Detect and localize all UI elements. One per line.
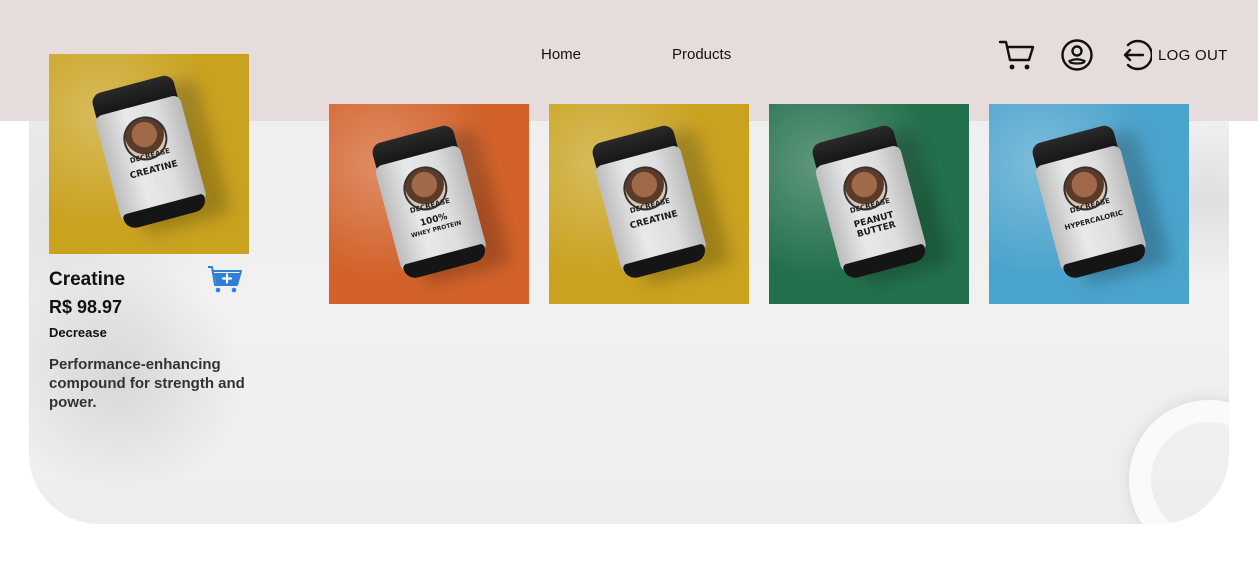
product-brand: Decrease <box>49 325 107 340</box>
product-card-peanut-butter[interactable]: DECREASE PEANUT BUTTER <box>769 104 969 304</box>
product-card-whey-protein[interactable]: DECREASE 100% WHEY PROTEIN <box>329 104 529 304</box>
product-card-hypercaloric[interactable]: DECREASE HYPERCALORIC <box>989 104 1189 304</box>
product-jar: DECREASE CREATINE <box>88 73 232 236</box>
product-jar: DECREASE PEANUT BUTTER <box>808 123 952 286</box>
product-description: Performance-enhancing compound for stren… <box>49 356 245 411</box>
add-to-cart-icon <box>208 266 242 293</box>
product-title: Creatine <box>49 269 126 290</box>
add-to-cart-button[interactable] <box>207 265 243 295</box>
product-jar: DECREASE CREATINE <box>588 123 732 286</box>
product-card-creatine[interactable]: DECREASE CREATINE <box>549 104 749 304</box>
cart-icon <box>998 40 1035 70</box>
user-circle-icon <box>1061 39 1093 71</box>
nav-home-link[interactable]: Home <box>541 46 581 63</box>
logout-button[interactable]: LOG OUT <box>1120 38 1228 72</box>
profile-button[interactable] <box>1060 38 1094 72</box>
product-price: R$ 98.97 <box>49 297 123 317</box>
decorative-ring <box>1129 400 1229 524</box>
nav-products-link[interactable]: Products <box>672 46 731 63</box>
logout-icon <box>1123 39 1152 71</box>
cart-button[interactable] <box>998 38 1036 72</box>
product-jar: DECREASE 100% WHEY PROTEIN <box>368 123 512 286</box>
logout-label: LOG OUT <box>1158 46 1228 64</box>
featured-product-image[interactable]: DECREASE CREATINE <box>49 54 249 254</box>
product-jar: DECREASE HYPERCALORIC <box>1028 123 1172 286</box>
